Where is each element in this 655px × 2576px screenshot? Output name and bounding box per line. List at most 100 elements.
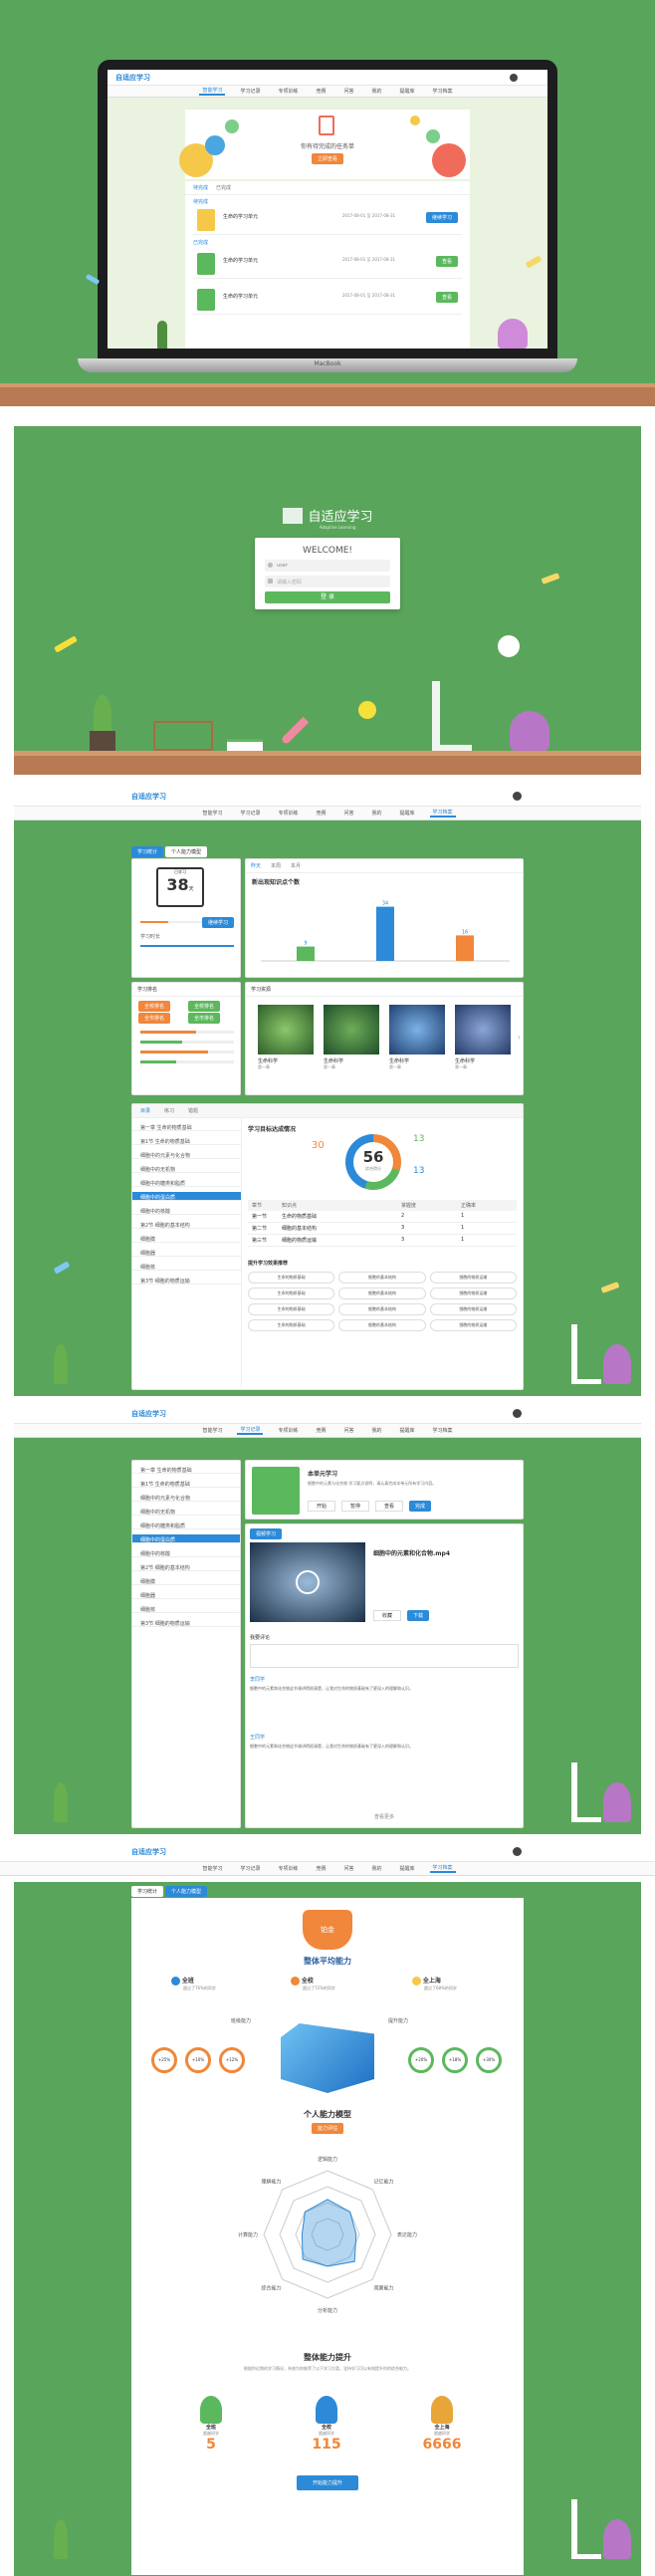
video-tab[interactable]: 视频学习 bbox=[250, 1528, 283, 1539]
tab-ability[interactable]: 个人能力模型 bbox=[165, 846, 208, 857]
nav-tab[interactable]: 专项训练 bbox=[275, 810, 301, 817]
login-button[interactable]: 登 录 bbox=[265, 591, 390, 603]
tree-item[interactable]: 细胞中的元素与化合物 bbox=[132, 1493, 240, 1502]
bar[interactable] bbox=[297, 946, 315, 961]
nav-tab[interactable]: 学习记录 bbox=[237, 88, 263, 95]
nav-tab[interactable]: 学习记录 bbox=[237, 1865, 263, 1872]
nav-tab[interactable]: 智能学习 bbox=[199, 810, 225, 817]
tree-item[interactable]: 细胞中的核酸 bbox=[132, 1206, 241, 1215]
tree-item[interactable]: 细胞器 bbox=[132, 1248, 241, 1257]
tab-done[interactable]: 已完成 bbox=[216, 184, 231, 191]
nav-tab[interactable]: 智能学习 bbox=[199, 87, 226, 96]
recommend-item[interactable]: 细胞的基本结构 bbox=[338, 1288, 426, 1299]
nav-tab[interactable]: 专项训练 bbox=[275, 88, 301, 95]
app-logo[interactable]: 自适应学习 bbox=[131, 1409, 166, 1419]
stats-tab[interactable]: 本周 bbox=[271, 862, 281, 869]
tab-ability[interactable]: 个人能力模型 bbox=[165, 1886, 208, 1897]
tree-item[interactable]: 细胞器 bbox=[132, 1590, 240, 1599]
recommend-item[interactable]: 生命的物质基础 bbox=[248, 1272, 335, 1284]
tree-item[interactable]: 第1节 生命的物质基础 bbox=[132, 1479, 240, 1488]
tree-item[interactable]: 细胞中的糖类和脂质 bbox=[132, 1521, 240, 1529]
nav-tab[interactable]: 智能学习 bbox=[199, 1427, 225, 1434]
recommend-item[interactable]: 细胞的物质运输 bbox=[429, 1272, 517, 1284]
rank-pill[interactable]: 全校排名 bbox=[138, 1001, 171, 1012]
tree-item[interactable]: 细胞膜 bbox=[132, 1576, 240, 1585]
nav-tab[interactable]: 智能学习 bbox=[199, 1865, 225, 1872]
nav-tab[interactable]: 竞赛 bbox=[313, 1865, 328, 1872]
model-button[interactable]: 能力评估 bbox=[311, 2123, 343, 2134]
user-avatar[interactable] bbox=[513, 792, 522, 801]
app-logo[interactable]: 自适应学习 bbox=[115, 73, 150, 83]
recommend-item[interactable]: 生命的物质基础 bbox=[248, 1319, 335, 1331]
recommend-item[interactable]: 细胞的基本结构 bbox=[338, 1272, 426, 1284]
recommend-item[interactable]: 生命的物质基础 bbox=[248, 1288, 335, 1299]
nav-tab[interactable]: 专项训练 bbox=[275, 1427, 301, 1434]
task-item[interactable]: 生命的学习单元 2017-08-01 至 2017-08-31 查看 bbox=[193, 249, 462, 279]
nav-tab[interactable]: 问答 bbox=[341, 1427, 357, 1434]
comment-input[interactable] bbox=[250, 1644, 519, 1668]
stats-tab[interactable]: 本月 bbox=[291, 862, 301, 869]
tab-pending[interactable]: 待完成 bbox=[193, 184, 208, 191]
user-avatar[interactable] bbox=[513, 1409, 522, 1418]
password-field[interactable]: 请输入密码 bbox=[265, 576, 390, 587]
tree-item[interactable]: 细胞核 bbox=[132, 1604, 240, 1613]
task-button[interactable]: 查看 bbox=[375, 1501, 404, 1512]
bar[interactable] bbox=[456, 935, 474, 961]
more-link[interactable]: 查看更多 bbox=[246, 1813, 523, 1820]
nav-tab[interactable]: 竞赛 bbox=[313, 810, 328, 817]
time-slider[interactable] bbox=[140, 945, 234, 947]
rank-pill[interactable]: 全校排名 bbox=[188, 1001, 221, 1012]
task-button[interactable]: 开始 bbox=[308, 1501, 336, 1512]
nav-tab[interactable]: 我的 bbox=[369, 1427, 385, 1434]
tree-item[interactable]: 第一章 生命的物质基础 bbox=[132, 1465, 240, 1474]
tree-item[interactable]: 细胞中的糖类和脂质 bbox=[132, 1178, 241, 1187]
tree-item[interactable]: 细胞中的蛋白质 bbox=[132, 1534, 240, 1543]
recommend-item[interactable]: 细胞的物质运输 bbox=[429, 1288, 517, 1299]
tree-tab[interactable]: 错题 bbox=[188, 1107, 198, 1114]
user-avatar[interactable] bbox=[510, 73, 518, 82]
task-item[interactable]: 生命的学习单元 2017-08-01 至 2017-08-31 查看 bbox=[193, 285, 462, 315]
nav-tab[interactable]: 我的 bbox=[369, 810, 385, 817]
task-button[interactable]: 完成 bbox=[409, 1501, 432, 1512]
task-button[interactable]: 继续学习 bbox=[425, 212, 458, 223]
task-button[interactable]: 查看 bbox=[435, 292, 458, 303]
nav-tab[interactable]: 提醒库 bbox=[397, 1865, 418, 1872]
tree-tab[interactable]: 目录 bbox=[140, 1107, 150, 1114]
nav-tab[interactable]: 学习记录 bbox=[237, 810, 263, 817]
task-item[interactable]: 生命的学习单元 2017-08-01 至 2017-08-31 继续学习 bbox=[193, 205, 462, 235]
username-field[interactable]: user bbox=[265, 560, 390, 572]
user-avatar[interactable] bbox=[513, 1847, 522, 1856]
nav-tab[interactable]: 学习记录 bbox=[237, 1426, 264, 1435]
tree-item[interactable]: 细胞膜 bbox=[132, 1234, 241, 1243]
nav-tab[interactable]: 学习档案 bbox=[430, 1427, 456, 1434]
rank-pill[interactable]: 全市排名 bbox=[138, 1013, 171, 1024]
tree-item[interactable]: 第1节 生命的物质基础 bbox=[132, 1136, 241, 1145]
continue-button[interactable]: 继续学习 bbox=[201, 917, 234, 928]
nav-tab[interactable]: 问答 bbox=[341, 88, 357, 95]
tree-item[interactable]: 细胞中的蛋白质 bbox=[132, 1192, 241, 1201]
nav-tab[interactable]: 我的 bbox=[369, 1865, 385, 1872]
stats-tab[interactable]: 昨天 bbox=[251, 862, 261, 869]
course-card[interactable]: 生命科学 第一章 bbox=[258, 1005, 314, 1084]
app-logo[interactable]: 自适应学习 bbox=[131, 792, 166, 802]
recommend-item[interactable]: 细胞的基本结构 bbox=[338, 1303, 426, 1315]
tree-item[interactable]: 细胞中的无机物 bbox=[132, 1164, 241, 1173]
tree-tab[interactable]: 练习 bbox=[164, 1107, 174, 1114]
improve-button[interactable]: 开始能力提升 bbox=[296, 2475, 358, 2490]
video-button[interactable]: 收藏 bbox=[373, 1610, 402, 1621]
video-button[interactable]: 下载 bbox=[407, 1610, 430, 1621]
nav-tab[interactable]: 提醒库 bbox=[397, 1427, 418, 1434]
tree-item[interactable]: 细胞中的元素与化合物 bbox=[132, 1150, 241, 1159]
chevron-right-icon[interactable]: › bbox=[518, 1033, 521, 1042]
tree-item[interactable]: 细胞中的核酸 bbox=[132, 1548, 240, 1557]
course-card[interactable]: 生命科学 第一章 bbox=[455, 1005, 511, 1084]
app-logo[interactable]: 自适应学习 bbox=[131, 1847, 166, 1857]
video-player[interactable] bbox=[250, 1542, 365, 1622]
course-card[interactable]: 生命科学 第一章 bbox=[324, 1005, 379, 1084]
course-card[interactable]: 生命科学 第一章 bbox=[389, 1005, 445, 1084]
nav-tab[interactable]: 我的 bbox=[369, 88, 385, 95]
nav-tab[interactable]: 学习档案 bbox=[429, 1864, 456, 1873]
rank-pill[interactable]: 全市排名 bbox=[188, 1013, 221, 1024]
nav-tab[interactable]: 学习档案 bbox=[429, 809, 456, 818]
task-button[interactable]: 查看 bbox=[435, 256, 458, 267]
